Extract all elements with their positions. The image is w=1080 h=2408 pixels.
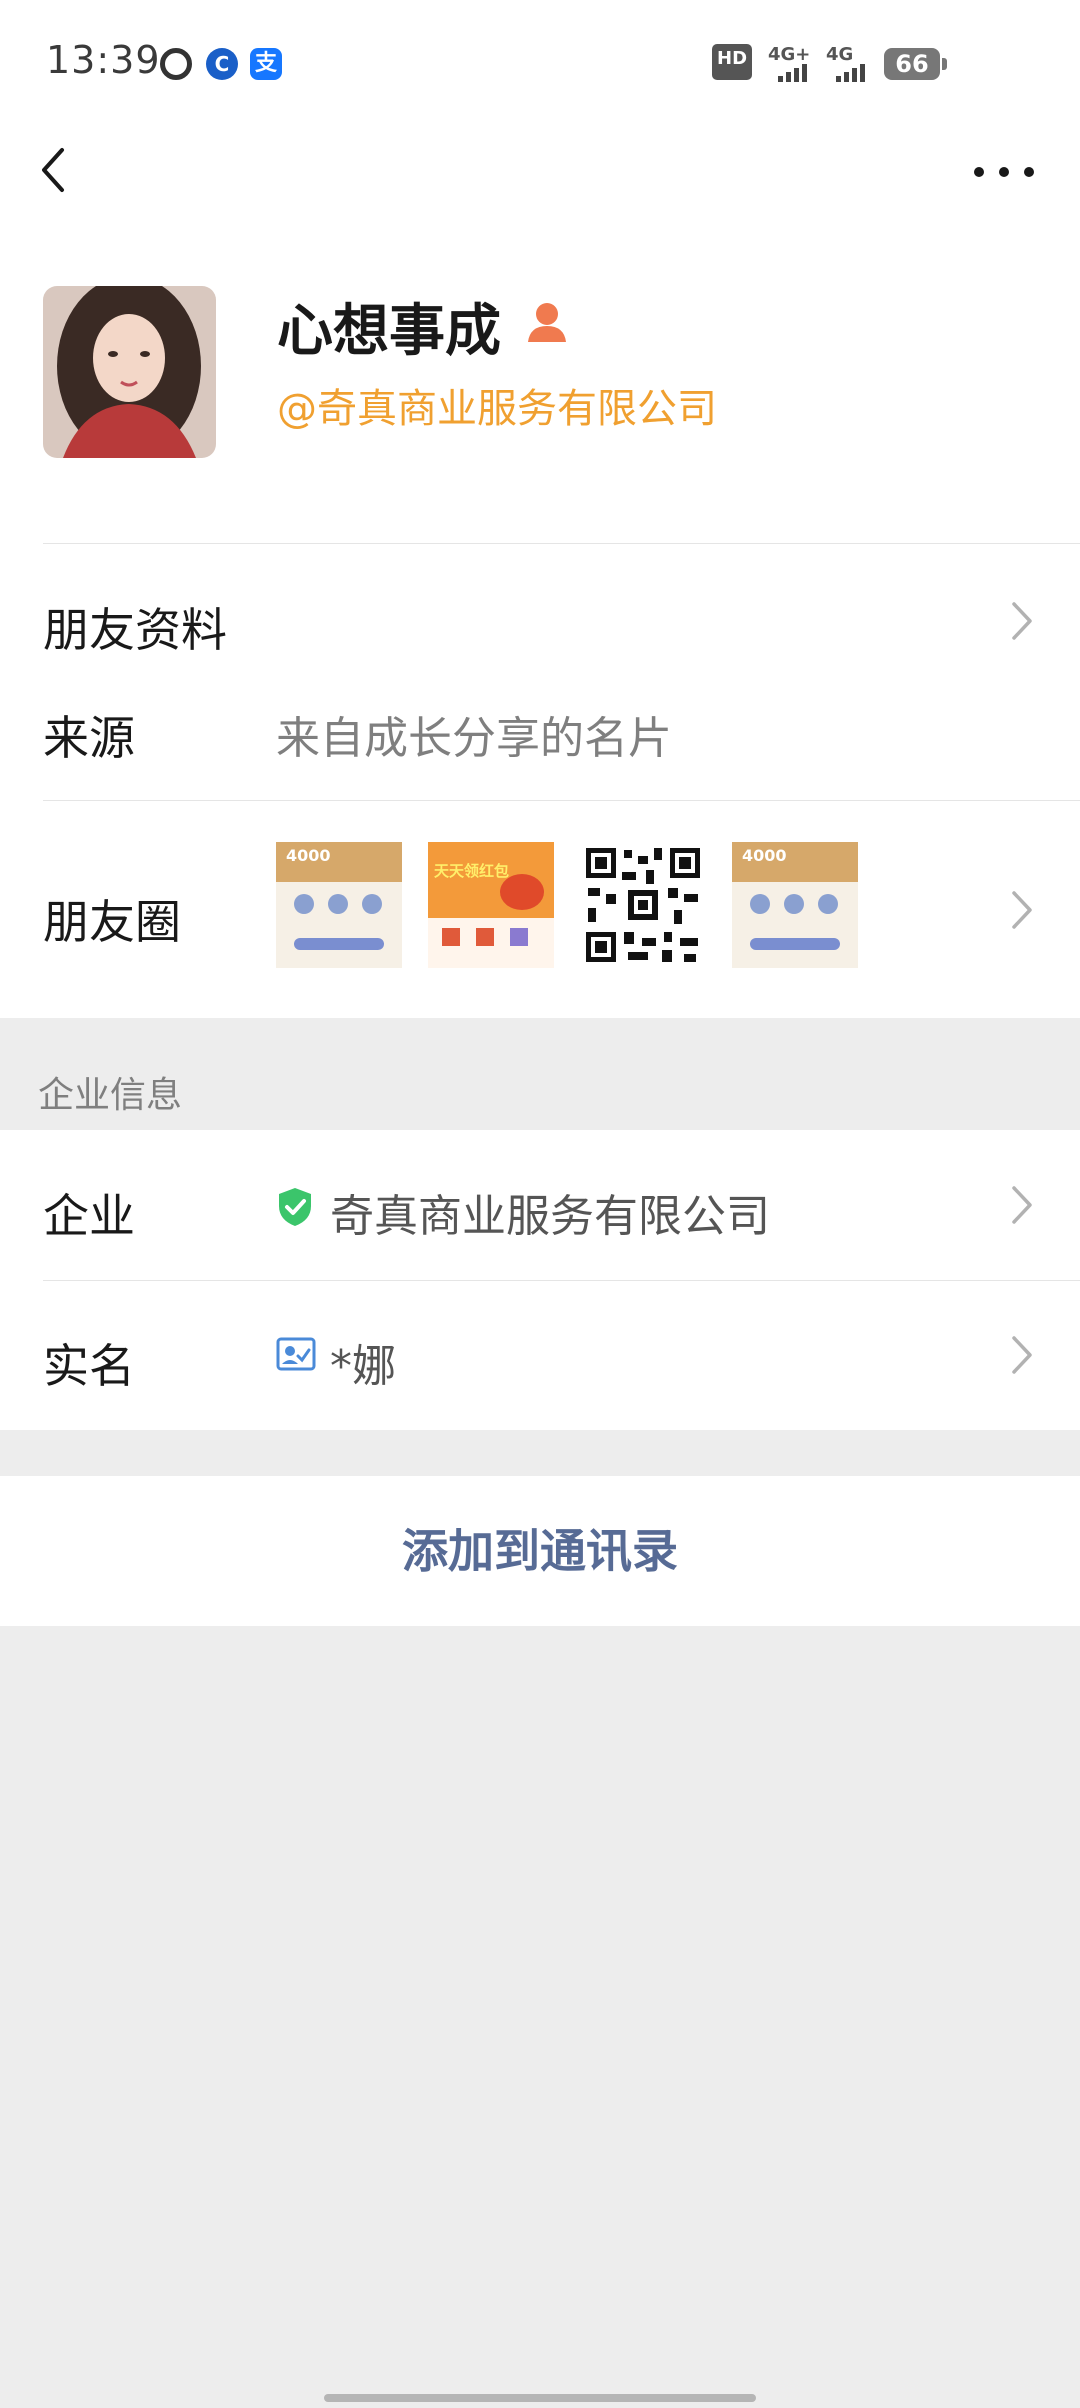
divider <box>43 543 1080 544</box>
status-time: 13:39 <box>46 38 161 82</box>
status-bar: 13:39 C 支 HD 4G+ 4G 66 <box>0 0 1080 128</box>
qr-code-image <box>580 842 706 968</box>
moments-label[interactable]: 朋友圈 <box>43 886 181 952</box>
moment-thumb-text: 天天领红包 <box>434 862 510 880</box>
enterprise-section-header: 企业信息 <box>38 1075 183 1116</box>
home-indicator[interactable] <box>324 2394 756 2402</box>
app-notification-icon <box>160 48 192 80</box>
person-badge-icon <box>528 303 566 342</box>
moment-thumbnail[interactable] <box>580 842 706 968</box>
id-card-icon <box>276 1337 316 1371</box>
add-to-contacts-button[interactable]: 添加到通讯录 <box>0 1476 1080 1626</box>
realname-value[interactable]: *娜 <box>330 1330 396 1394</box>
enterprise-value[interactable]: 奇真商业服务有限公司 <box>330 1180 770 1244</box>
network-type-label: 4G+ <box>768 44 811 65</box>
network-type-label-2: 4G <box>826 44 854 65</box>
moment-thumb-text: 4000 <box>286 846 331 865</box>
profile-name: 心想事成 <box>277 299 501 364</box>
verified-shield-icon <box>279 1188 311 1226</box>
chevron-right-icon[interactable] <box>1006 1182 1036 1228</box>
moments-thumbnails[interactable]: 4000 天天领红包 4000 <box>276 842 866 972</box>
bank-app-icon: C <box>206 48 238 80</box>
realname-label[interactable]: 实名 <box>43 1330 135 1396</box>
chevron-right-icon[interactable] <box>1006 1332 1036 1378</box>
moment-thumb-text: 4000 <box>742 846 787 865</box>
friend-info-label[interactable]: 朋友资料 <box>43 594 227 660</box>
signal-4g-plus-icon: 4G+ <box>768 44 811 82</box>
chevron-right-icon[interactable] <box>1006 598 1036 644</box>
signal-4g-icon: 4G <box>826 44 865 82</box>
avatar[interactable] <box>43 286 216 458</box>
more-dot-icon <box>1024 167 1034 177</box>
divider <box>43 1280 1080 1281</box>
hd-voice-icon: HD <box>712 44 753 80</box>
source-label: 来源 <box>43 711 135 765</box>
source-value: 来自成长分享的名片 <box>276 713 672 764</box>
battery-icon: 66 <box>884 48 947 80</box>
divider <box>43 800 1080 801</box>
back-button[interactable] <box>30 140 90 200</box>
enterprise-info-block: 企业 奇真商业服务有限公司 实名 *娜 <box>0 1130 1080 1430</box>
enterprise-label[interactable]: 企业 <box>43 1180 135 1246</box>
avatar-image <box>43 286 216 458</box>
moment-thumbnail[interactable]: 天天领红包 <box>428 842 554 968</box>
more-dot-icon <box>999 167 1009 177</box>
chevron-right-icon[interactable] <box>1006 887 1036 933</box>
add-contact-row: 添加到通讯录 <box>0 1476 1080 1626</box>
more-options-button[interactable] <box>974 150 1034 194</box>
moment-thumbnail[interactable]: 4000 <box>732 842 858 968</box>
more-dot-icon <box>974 167 984 177</box>
company-tag[interactable]: @奇真商业服务有限公司 <box>277 376 717 434</box>
chevron-left-icon <box>42 148 64 192</box>
moment-thumbnail[interactable]: 4000 <box>276 842 402 968</box>
alipay-icon: 支 <box>250 48 282 80</box>
